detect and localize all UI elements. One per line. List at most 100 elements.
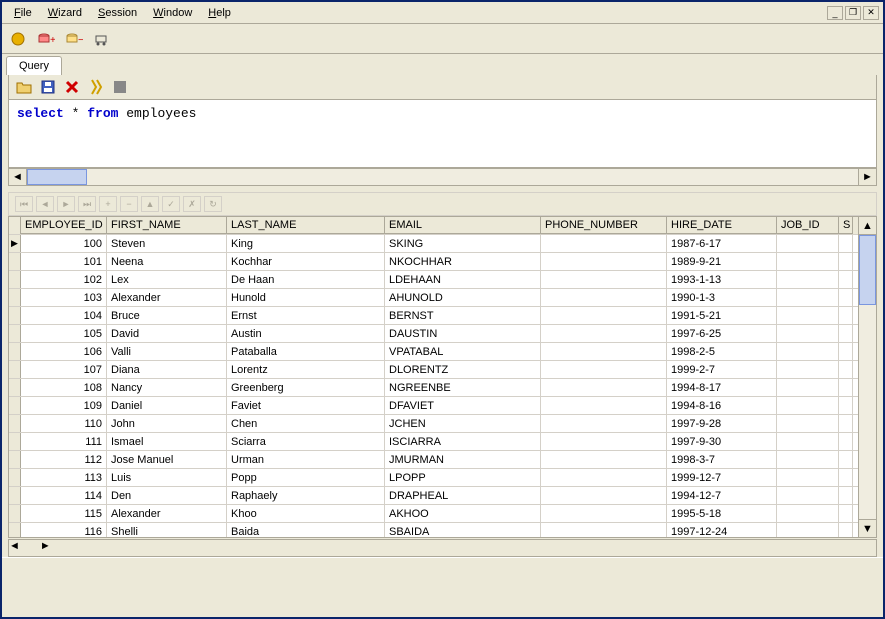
- grid-hscroll[interactable]: ◄ ►: [8, 539, 877, 557]
- cell-first-name[interactable]: Daniel: [107, 397, 227, 414]
- cell-phone-number[interactable]: [541, 379, 667, 396]
- cell-first-name[interactable]: David: [107, 325, 227, 342]
- cell-hire-date[interactable]: 1997-9-30: [667, 433, 777, 450]
- cell-first-name[interactable]: Neena: [107, 253, 227, 270]
- nav-cancel[interactable]: ✗: [183, 196, 201, 212]
- table-row[interactable]: 104BruceErnstBERNST1991-5-21: [9, 306, 858, 324]
- nav-delete[interactable]: −: [120, 196, 138, 212]
- cell-email[interactable]: ISCIARRA: [385, 433, 541, 450]
- cell-job-id[interactable]: [777, 451, 839, 468]
- table-row[interactable]: 112Jose ManuelUrmanJMURMAN1998-3-7: [9, 450, 858, 468]
- cell-truncated[interactable]: [839, 433, 853, 450]
- cell-last-name[interactable]: Urman: [227, 451, 385, 468]
- cell-truncated[interactable]: [839, 379, 853, 396]
- cell-employee-id[interactable]: 115: [21, 505, 107, 522]
- menu-window[interactable]: Window: [145, 5, 200, 21]
- cell-last-name[interactable]: Faviet: [227, 397, 385, 414]
- cell-phone-number[interactable]: [541, 235, 667, 252]
- cell-last-name[interactable]: Popp: [227, 469, 385, 486]
- cell-truncated[interactable]: [839, 307, 853, 324]
- cell-truncated[interactable]: [839, 235, 853, 252]
- nav-prev[interactable]: ◄: [36, 196, 54, 212]
- cell-first-name[interactable]: Jose Manuel: [107, 451, 227, 468]
- close-button[interactable]: ✕: [863, 6, 879, 20]
- cell-phone-number[interactable]: [541, 325, 667, 342]
- cell-job-id[interactable]: [777, 271, 839, 288]
- cell-phone-number[interactable]: [541, 433, 667, 450]
- nav-add[interactable]: +: [99, 196, 117, 212]
- cell-truncated[interactable]: [839, 415, 853, 432]
- cell-last-name[interactable]: Sciarra: [227, 433, 385, 450]
- scroll-track[interactable]: [20, 540, 40, 556]
- cell-truncated[interactable]: [839, 361, 853, 378]
- db-remove-icon[interactable]: −: [64, 29, 84, 49]
- cell-job-id[interactable]: [777, 253, 839, 270]
- cell-job-id[interactable]: [777, 469, 839, 486]
- scroll-track[interactable]: [859, 235, 876, 519]
- cell-truncated[interactable]: [839, 469, 853, 486]
- cell-truncated[interactable]: [839, 289, 853, 306]
- cell-employee-id[interactable]: 105: [21, 325, 107, 342]
- cell-hire-date[interactable]: 1994-8-17: [667, 379, 777, 396]
- cell-first-name[interactable]: Valli: [107, 343, 227, 360]
- nav-refresh[interactable]: ↻: [204, 196, 222, 212]
- cell-last-name[interactable]: Khoo: [227, 505, 385, 522]
- cell-job-id[interactable]: [777, 487, 839, 504]
- cell-employee-id[interactable]: 106: [21, 343, 107, 360]
- cell-email[interactable]: BERNST: [385, 307, 541, 324]
- cell-hire-date[interactable]: 1990-1-3: [667, 289, 777, 306]
- cell-phone-number[interactable]: [541, 343, 667, 360]
- cell-truncated[interactable]: [839, 325, 853, 342]
- cell-employee-id[interactable]: 100: [21, 235, 107, 252]
- table-row[interactable]: 106ValliPataballaVPATABAL1998-2-5: [9, 342, 858, 360]
- cell-employee-id[interactable]: 114: [21, 487, 107, 504]
- table-row[interactable]: 101NeenaKochharNKOCHHAR1989-9-21: [9, 252, 858, 270]
- execute-icon[interactable]: [87, 78, 105, 96]
- cart-icon[interactable]: [92, 29, 112, 49]
- tab-query[interactable]: Query: [6, 56, 62, 75]
- cell-truncated[interactable]: [839, 505, 853, 522]
- cell-first-name[interactable]: Alexander: [107, 289, 227, 306]
- table-row[interactable]: ▶100StevenKingSKING1987-6-17: [9, 234, 858, 252]
- cell-phone-number[interactable]: [541, 505, 667, 522]
- cell-hire-date[interactable]: 1997-6-25: [667, 325, 777, 342]
- cell-employee-id[interactable]: 111: [21, 433, 107, 450]
- save-icon[interactable]: [39, 78, 57, 96]
- table-row[interactable]: 105DavidAustinDAUSTIN 1997-6-25: [9, 324, 858, 342]
- nav-first[interactable]: ⏮: [15, 196, 33, 212]
- table-row[interactable]: 110JohnChenJCHEN1997-9-28: [9, 414, 858, 432]
- cell-last-name[interactable]: Kochhar: [227, 253, 385, 270]
- cell-job-id[interactable]: [777, 325, 839, 342]
- cell-first-name[interactable]: Ismael: [107, 433, 227, 450]
- cell-employee-id[interactable]: 103: [21, 289, 107, 306]
- cell-phone-number[interactable]: [541, 397, 667, 414]
- cell-email[interactable]: DAUSTIN: [385, 325, 541, 342]
- cell-last-name[interactable]: Austin: [227, 325, 385, 342]
- cell-phone-number[interactable]: [541, 451, 667, 468]
- cell-email[interactable]: SBAIDA: [385, 523, 541, 537]
- table-row[interactable]: 103AlexanderHunoldAHUNOLD1990-1-3: [9, 288, 858, 306]
- cell-job-id[interactable]: [777, 415, 839, 432]
- cell-phone-number[interactable]: [541, 415, 667, 432]
- cell-truncated[interactable]: [839, 523, 853, 537]
- cell-truncated[interactable]: [839, 487, 853, 504]
- menu-file[interactable]: File: [6, 5, 40, 21]
- cell-hire-date[interactable]: 1997-12-24: [667, 523, 777, 537]
- cell-first-name[interactable]: Den: [107, 487, 227, 504]
- table-row[interactable]: 102LexDe HaanLDEHAAN1993-1-13: [9, 270, 858, 288]
- cell-email[interactable]: LPOPP: [385, 469, 541, 486]
- cell-phone-number[interactable]: [541, 469, 667, 486]
- cell-job-id[interactable]: [777, 289, 839, 306]
- cell-email[interactable]: NGREENBE: [385, 379, 541, 396]
- col-last-name[interactable]: LAST_NAME: [227, 217, 385, 234]
- cell-phone-number[interactable]: [541, 253, 667, 270]
- scroll-down-icon[interactable]: ▼: [859, 519, 876, 537]
- cell-first-name[interactable]: Shelli: [107, 523, 227, 537]
- cell-email[interactable]: JCHEN: [385, 415, 541, 432]
- scroll-thumb[interactable]: [859, 235, 876, 305]
- col-phone-number[interactable]: PHONE_NUMBER: [541, 217, 667, 234]
- sql-hscroll[interactable]: ◄ ►: [8, 168, 877, 186]
- cell-email[interactable]: JMURMAN: [385, 451, 541, 468]
- cell-last-name[interactable]: Hunold: [227, 289, 385, 306]
- cell-phone-number[interactable]: [541, 289, 667, 306]
